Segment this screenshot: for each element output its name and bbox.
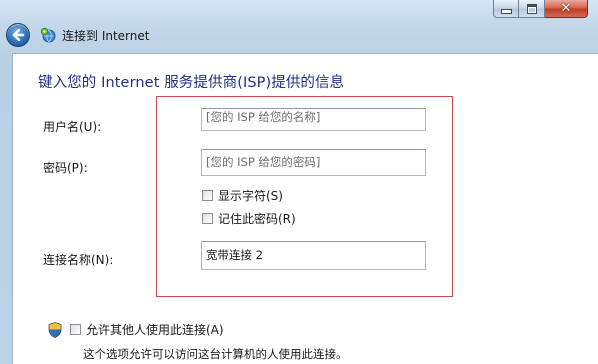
- show-chars-label: 显示字符(S): [218, 189, 283, 203]
- username-input[interactable]: [您的 ISP 给您的名称]: [201, 108, 426, 131]
- close-button[interactable]: ✕: [545, 0, 588, 18]
- remember-password-option[interactable]: 记住此密码(R): [202, 210, 296, 227]
- allow-others-label: 允许其他人使用此连接(A): [86, 323, 224, 337]
- wizard-header: 连接到 Internet: [6, 22, 149, 48]
- remember-password-label: 记住此密码(R): [218, 212, 296, 226]
- window-title: 连接到 Internet: [62, 28, 150, 43]
- back-button[interactable]: [6, 23, 30, 47]
- connect-to-internet-window: ✕ 连接到 Internet 键入您的 Internet 服务提供商(ISP)提…: [0, 0, 598, 364]
- allow-others-checkbox[interactable]: [70, 324, 81, 335]
- maximize-icon: [526, 3, 537, 14]
- connection-name-input[interactable]: 宽带连接 2: [201, 241, 426, 270]
- uac-shield-icon: [48, 321, 62, 338]
- connection-name-label: 连接名称(N):: [43, 253, 114, 267]
- page-title: 键入您的 Internet 服务提供商(ISP)提供的信息: [38, 75, 345, 91]
- minimize-icon: [500, 8, 512, 14]
- back-arrow-icon: [12, 28, 25, 42]
- show-chars-option[interactable]: 显示字符(S): [202, 187, 283, 204]
- close-icon: ✕: [560, 1, 572, 16]
- remember-password-checkbox[interactable]: [202, 213, 213, 224]
- maximize-button[interactable]: [519, 0, 545, 18]
- minimize-button[interactable]: [493, 0, 519, 18]
- username-label: 用户名(U):: [43, 120, 102, 134]
- allow-others-option[interactable]: 允许其他人使用此连接(A): [48, 321, 224, 338]
- caption-buttons: ✕: [493, 0, 588, 19]
- allow-others-note: 这个选项允许可以访问这台计算机的人使用此连接。: [83, 347, 348, 361]
- show-chars-checkbox[interactable]: [202, 190, 213, 201]
- network-globe-icon: [40, 27, 56, 43]
- password-label: 密码(P):: [43, 161, 88, 175]
- wizard-content-pane: 键入您的 Internet 服务提供商(ISP)提供的信息 用户名(U): [您…: [12, 53, 598, 364]
- password-input[interactable]: [您的 ISP 给您的密码]: [201, 149, 426, 176]
